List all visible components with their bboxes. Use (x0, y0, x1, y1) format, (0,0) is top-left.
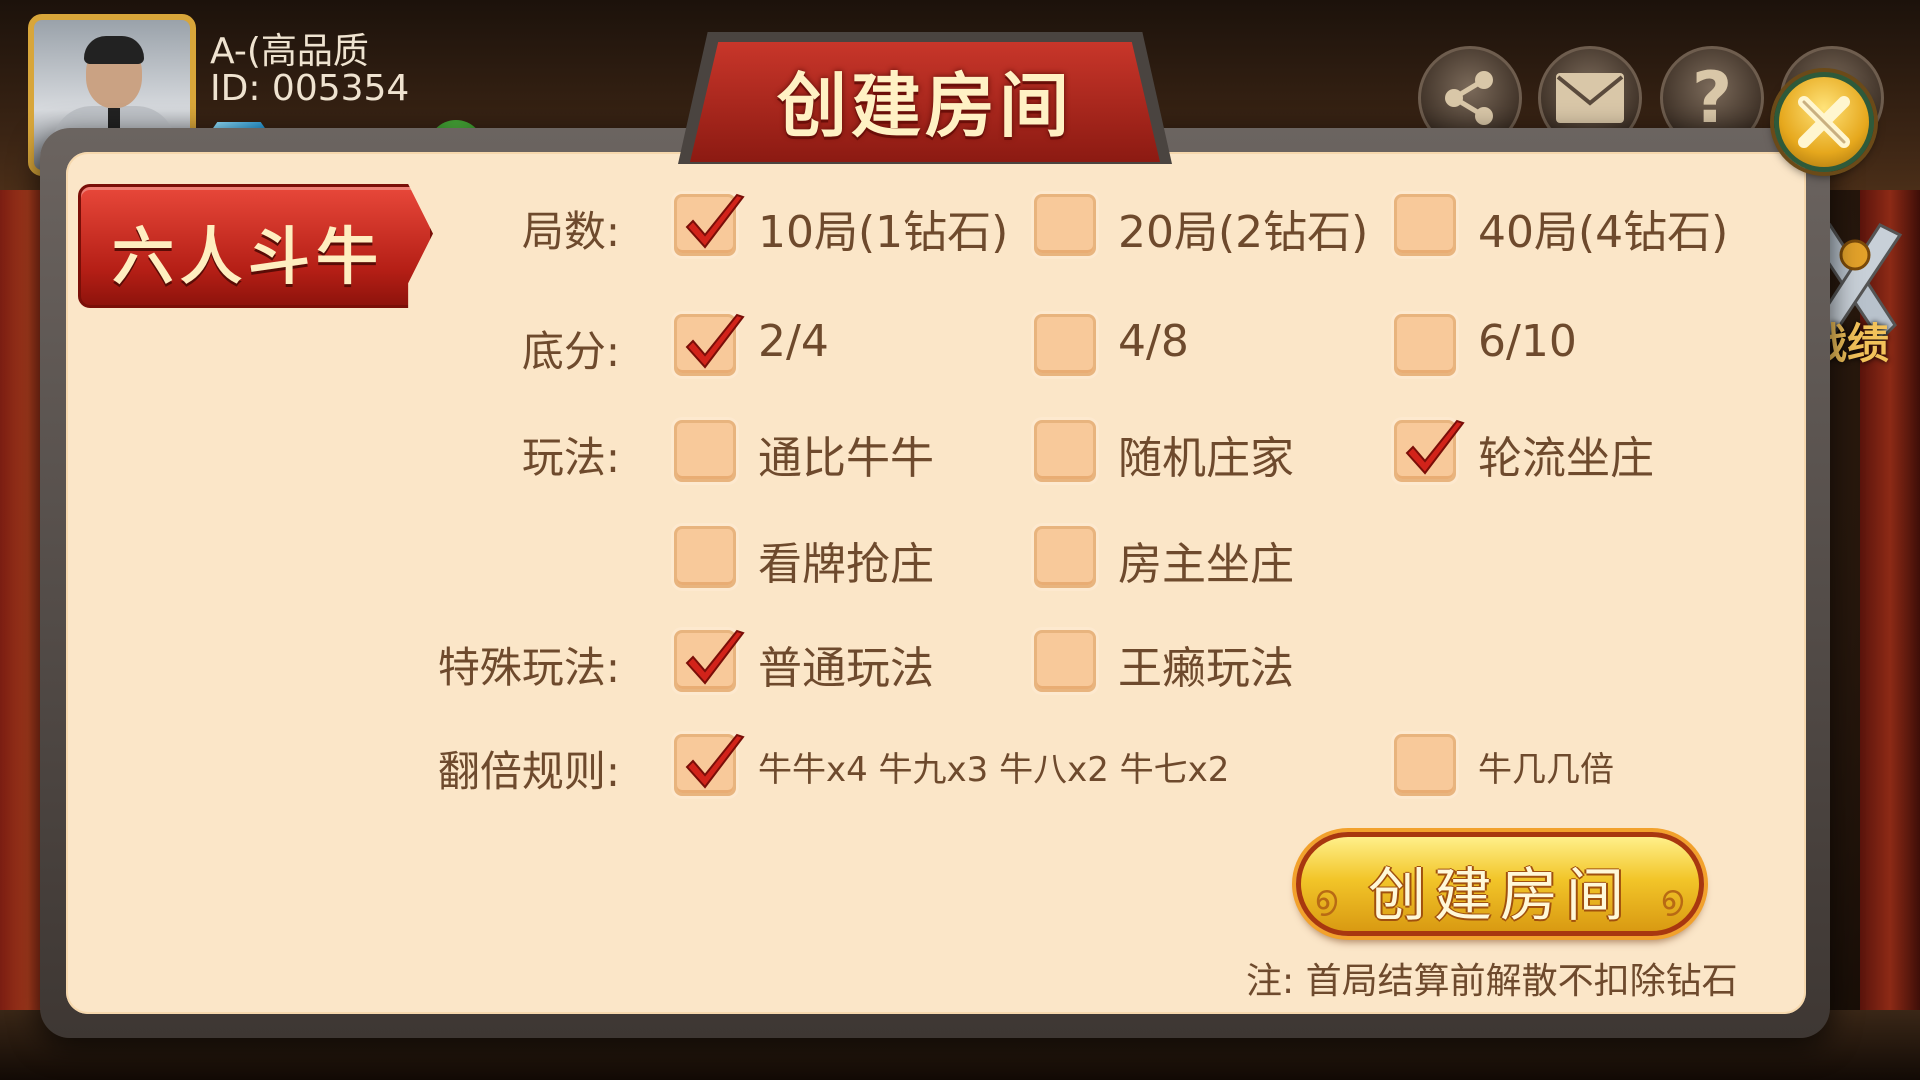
player-id: ID: 005354 (210, 68, 410, 109)
multiplier-standard-label: 牛牛x4 牛九x3 牛八x2 牛七x2 (758, 750, 1230, 790)
special-wild-label: 王癞玩法 (1118, 643, 1294, 694)
checkmark-icon (685, 193, 745, 249)
checkmark-icon (685, 313, 745, 369)
multiplier-proportional-checkbox[interactable] (1394, 734, 1456, 796)
special-normal-label: 普通玩法 (758, 643, 934, 694)
base-score-2-4-checkbox[interactable] (674, 313, 745, 376)
envelope-icon (1556, 73, 1624, 123)
mode-owner-banker-checkbox[interactable] (1034, 526, 1096, 588)
base-score-6-10-label: 6/10 (1478, 316, 1577, 367)
mode-label: 玩法: (521, 433, 620, 482)
dialog-title: 创建房间 (777, 64, 1073, 147)
mode-tongbi-label: 通比牛牛 (758, 433, 934, 484)
mode-random-banker-label: 随机庄家 (1118, 433, 1294, 484)
close-icon (1798, 96, 1850, 148)
special-mode-label: 特殊玩法: (437, 643, 620, 692)
rounds-10-label: 10局(1钻石) (758, 207, 1009, 258)
mode-tongbi-checkbox[interactable] (674, 420, 736, 482)
mode-random-banker-checkbox[interactable] (1034, 420, 1096, 482)
create-room-button-label: 创建房间 (1367, 861, 1632, 929)
question-icon: ? (1691, 57, 1733, 139)
base-score-4-8-label: 4/8 (1118, 316, 1189, 367)
mode-grab-banker-label: 看牌抢庄 (758, 539, 934, 590)
mode-rotating-banker-label: 轮流坐庄 (1478, 433, 1654, 484)
rounds-10-checkbox[interactable] (674, 193, 745, 256)
close-button[interactable] (1774, 72, 1874, 172)
rounds-40-checkbox[interactable] (1394, 194, 1456, 256)
checkmark-icon (685, 733, 745, 789)
player-name: A-(高品质 (210, 31, 369, 72)
checkmark-icon (685, 629, 745, 685)
special-wild-checkbox[interactable] (1034, 630, 1096, 692)
base-score-2-4-label: 2/4 (758, 316, 829, 367)
base-score-4-8-checkbox[interactable] (1034, 314, 1096, 376)
mode-grab-banker-checkbox[interactable] (674, 526, 736, 588)
rounds-20-label: 20局(2钻石) (1118, 207, 1369, 258)
special-normal-checkbox[interactable] (674, 629, 745, 692)
rounds-label: 局数: (521, 207, 620, 256)
multiplier-rule-label: 翻倍规则: (437, 747, 620, 796)
multiplier-proportional-label: 牛几几倍 (1478, 750, 1614, 790)
mode-rotating-banker-checkbox[interactable] (1394, 419, 1465, 482)
game-type-label: 六人斗牛 (111, 220, 384, 293)
base-score-label: 底分: (521, 327, 620, 376)
dissolve-note: 注: 首局结算前解散不扣除钻石 (1246, 961, 1738, 1002)
share-icon (1445, 71, 1493, 125)
rounds-20-checkbox[interactable] (1034, 194, 1096, 256)
rounds-40-label: 40局(4钻石) (1478, 207, 1729, 258)
mode-owner-banker-label: 房主坐庄 (1118, 539, 1294, 590)
avatar-hair (84, 36, 144, 64)
multiplier-standard-checkbox[interactable] (674, 733, 745, 796)
checkmark-icon (1405, 419, 1465, 475)
base-score-6-10-checkbox[interactable] (1394, 314, 1456, 376)
